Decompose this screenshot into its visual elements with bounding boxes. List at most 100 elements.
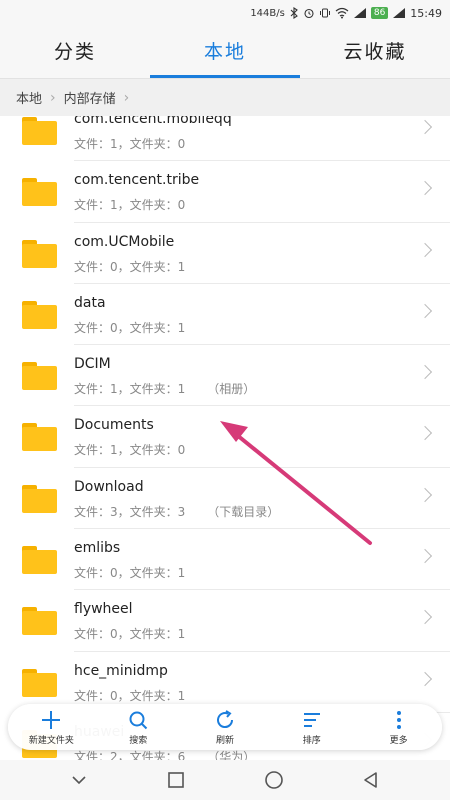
chevron-right-icon xyxy=(417,119,433,135)
chevron-right-icon xyxy=(417,549,433,564)
folder-name: Download xyxy=(74,478,144,495)
back-icon[interactable] xyxy=(361,770,381,790)
chevron-right-icon xyxy=(417,610,433,625)
folder-counts: 文件：2，文件夹：6 xyxy=(74,749,186,760)
folder-icon xyxy=(22,362,57,391)
clock: 15:49 xyxy=(410,6,442,20)
file-manager-screen: 144B/s 86 15:49 分类 本地 云收藏 本地 › 内部存储 › co… xyxy=(0,0,450,800)
more-button[interactable]: 更多 xyxy=(355,704,442,750)
wifi-icon xyxy=(335,7,349,19)
tab-category[interactable]: 分类 xyxy=(0,26,150,78)
list-item[interactable]: Documents 文件：1，文件夹：0 xyxy=(0,406,450,469)
folder-icon xyxy=(22,668,57,697)
folder-name: com.tencent.mobileqq xyxy=(74,116,232,127)
list-item[interactable]: flywheel 文件：0，文件夹：1 xyxy=(0,590,450,652)
home-icon[interactable] xyxy=(264,770,284,790)
folder-meta: 文件：0，文件夹：1 xyxy=(74,564,185,581)
chevron-right-icon xyxy=(417,365,433,380)
folder-meta: 文件：3，文件夹：3 （下载目录） xyxy=(74,503,279,520)
folder-icon xyxy=(22,546,57,575)
folder-name: Documents xyxy=(74,417,154,434)
folder-counts: 文件：0，文件夹：1 xyxy=(74,259,186,274)
signal-icon-2 xyxy=(393,8,406,18)
chevron-right-icon xyxy=(417,242,433,257)
refresh-label: 刷新 xyxy=(215,735,234,746)
list-item[interactable]: Download 文件：3，文件夹：3 （下载目录） xyxy=(0,468,450,530)
chevron-right-icon xyxy=(417,181,433,196)
folder-counts: 文件：1，文件夹：1 xyxy=(74,382,186,397)
file-list[interactable]: com.tencent.mobileqq 文件：1，文件夹：0 com.tencen… xyxy=(0,116,450,760)
breadcrumb-current[interactable]: 内部存储 xyxy=(64,88,116,107)
folder-icon xyxy=(22,423,57,452)
refresh-icon xyxy=(217,709,233,728)
folder-meta: 文件：1，文件夹：1 （相册） xyxy=(74,380,255,397)
folder-meta: 文件：1，文件夹：0 xyxy=(74,441,185,458)
folder-tag: （下载目录） xyxy=(207,504,280,519)
folder-name: flywheel xyxy=(74,601,133,618)
folder-counts: 文件：3，文件夹：3 xyxy=(74,504,186,519)
chevron-right-icon: › xyxy=(50,89,56,106)
folder-counts: 文件：0，文件夹：1 xyxy=(74,320,186,335)
tab-bar: 分类 本地 云收藏 xyxy=(0,26,450,78)
search-button[interactable]: 搜索 xyxy=(95,704,182,750)
search-label: 搜索 xyxy=(129,735,148,746)
search-icon xyxy=(129,711,148,729)
status-icons: 144B/s 86 15:49 xyxy=(250,5,442,21)
list-item[interactable]: DCIM 文件：1，文件夹：1 （相册） xyxy=(0,345,450,407)
folder-meta: 文件：1，文件夹：0 xyxy=(74,135,185,152)
more-label: 更多 xyxy=(389,735,408,746)
system-nav-bar xyxy=(0,760,450,800)
list-item[interactable]: com.tencent.mobileqq 文件：1，文件夹：0 xyxy=(0,116,450,162)
list-item[interactable]: emlibs 文件：0，文件夹：1 xyxy=(0,529,450,591)
folder-counts: 文件：1，文件夹：0 xyxy=(74,137,186,151)
folder-counts: 文件：0，文件夹：1 xyxy=(74,688,186,703)
folder-icon xyxy=(22,178,57,207)
folder-counts: 文件：1，文件夹：0 xyxy=(74,198,186,213)
hide-nav-icon[interactable] xyxy=(69,770,89,790)
chevron-right-icon: › xyxy=(123,89,130,106)
sort-icon xyxy=(303,712,320,727)
folder-meta: 文件：0，文件夹：1 xyxy=(74,319,185,336)
folder-meta: 文件：0，文件夹：1 xyxy=(74,687,185,704)
sort-label: 排序 xyxy=(302,735,321,746)
folder-tag: （相册） xyxy=(207,382,256,397)
folder-counts: 文件：0，文件夹：1 xyxy=(74,627,186,642)
more-icon xyxy=(396,710,401,729)
sort-button[interactable]: 排序 xyxy=(268,704,355,750)
refresh-button[interactable]: 刷新 xyxy=(182,704,269,750)
new-folder-button[interactable]: 新建文件夹 xyxy=(8,704,95,750)
bottom-toolbar: 新建文件夹 搜索 刷新 排序 更多 xyxy=(8,704,442,750)
folder-icon xyxy=(22,607,57,636)
bluetooth-icon xyxy=(290,7,298,19)
folder-counts: 文件：1，文件夹：0 xyxy=(74,443,186,458)
folder-tag: （华为） xyxy=(207,749,256,760)
folder-name: DCIM xyxy=(74,356,111,373)
folder-counts: 文件：0，文件夹：1 xyxy=(74,566,186,581)
chevron-right-icon xyxy=(417,426,433,441)
breadcrumb-root[interactable]: 本地 xyxy=(16,88,42,107)
chevron-right-icon xyxy=(417,671,433,686)
battery-level: 86 xyxy=(370,7,389,19)
list-item[interactable]: com.UCMobile 文件：0，文件夹：1 xyxy=(0,223,450,285)
chevron-right-icon xyxy=(417,487,433,502)
folder-meta: 文件：0，文件夹：1 xyxy=(74,258,185,275)
network-speed: 144B/s xyxy=(250,7,285,19)
tab-local[interactable]: 本地 xyxy=(150,26,300,78)
folder-icon xyxy=(22,300,57,329)
list-item[interactable]: com.tencent.tribe 文件：1，文件夹：0 xyxy=(0,161,450,223)
folder-name: hce_minidmp xyxy=(74,662,168,679)
folder-icon xyxy=(22,117,57,145)
alarm-icon xyxy=(304,8,314,19)
tab-cloud-favorites[interactable]: 云收藏 xyxy=(300,26,450,78)
folder-icon xyxy=(22,239,57,268)
status-bar: 144B/s 86 15:49 xyxy=(0,0,450,26)
recents-icon[interactable] xyxy=(166,770,186,790)
folder-name: com.tencent.tribe xyxy=(74,172,200,189)
signal-icon xyxy=(353,8,366,18)
breadcrumb: 本地 › 内部存储 › xyxy=(0,78,450,116)
folder-name: emlibs xyxy=(74,540,121,557)
plus-icon xyxy=(42,710,61,729)
folder-name: data xyxy=(74,294,106,311)
folder-meta: 文件：0，文件夹：1 xyxy=(74,625,185,642)
list-item[interactable]: data 文件：0，文件夹：1 xyxy=(0,284,450,346)
